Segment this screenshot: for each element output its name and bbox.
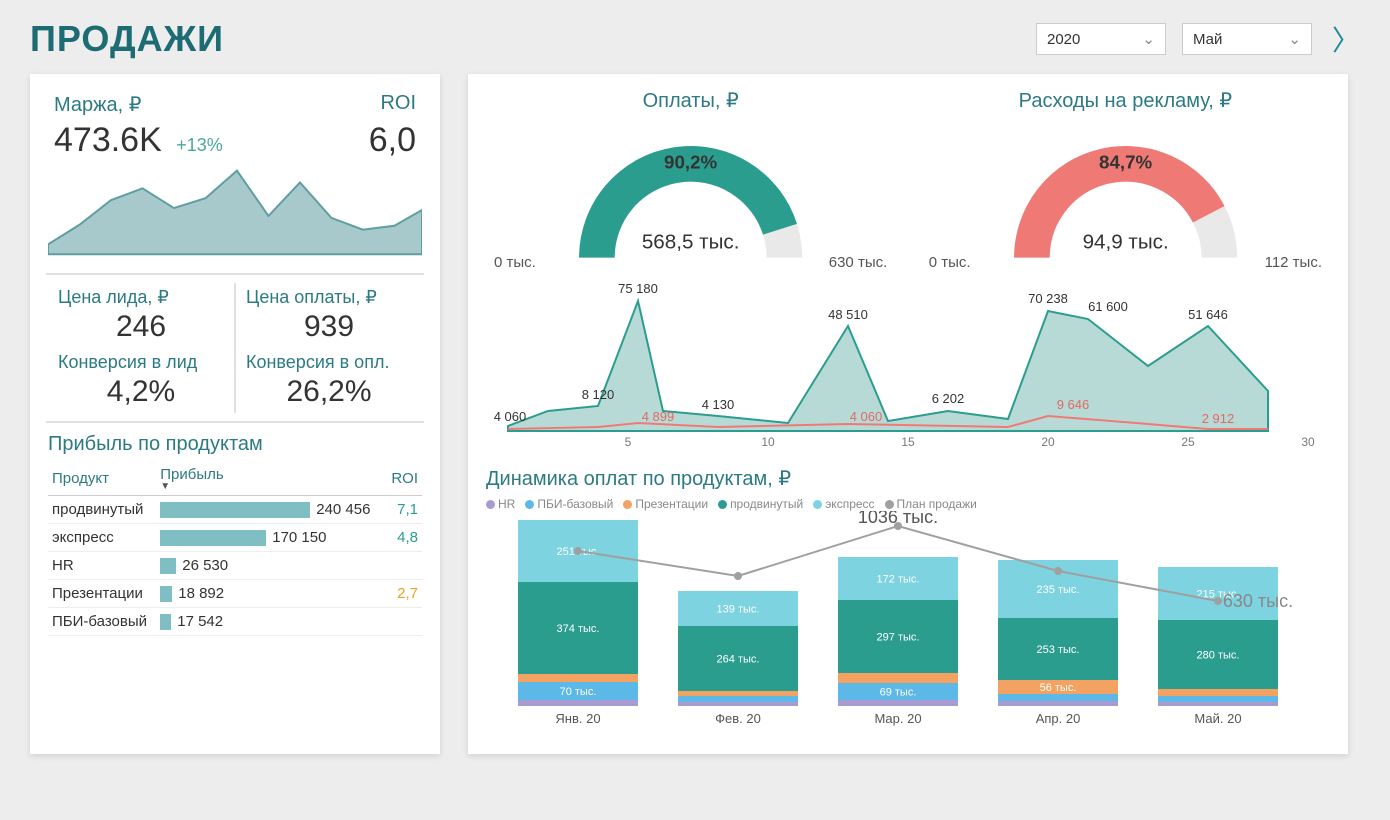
- svg-text:2 912: 2 912: [1202, 411, 1235, 426]
- year-dropdown[interactable]: 2020 ⌄: [1036, 23, 1166, 55]
- svg-text:Май. 20: Май. 20: [1194, 711, 1241, 726]
- chevron-down-icon: ⌄: [1142, 30, 1155, 48]
- lead-cost-value: 246: [58, 310, 224, 344]
- svg-text:172 тыс.: 172 тыс.: [877, 574, 920, 586]
- svg-text:4 060: 4 060: [494, 409, 527, 424]
- svg-text:630 тыс.: 630 тыс.: [1223, 591, 1293, 611]
- left-panel: Маржа, ₽ ROI 473.6K +13% 6,0 Цена лида, …: [30, 74, 440, 754]
- right-panel: Оплаты, ₽ 90,2% 568,5 тыс. 0 тыс. 630 ты…: [468, 74, 1348, 754]
- col-profit[interactable]: Прибыль▼: [156, 462, 385, 496]
- table-row[interactable]: экспресс 170 150 4,8: [48, 524, 422, 552]
- pay-cost-value: 939: [246, 310, 412, 344]
- month-dropdown[interactable]: Май ⌄: [1182, 23, 1312, 55]
- col-roi[interactable]: ROI: [386, 462, 422, 496]
- svg-text:69 тыс.: 69 тыс.: [880, 687, 917, 699]
- svg-text:568,5 тыс.: 568,5 тыс.: [642, 230, 740, 253]
- gauge-payments-min: 0 тыс.: [494, 254, 536, 271]
- svg-text:297 тыс.: 297 тыс.: [877, 632, 920, 644]
- svg-text:5: 5: [625, 435, 632, 449]
- dynamics-legend: HR ПБИ-базовый Презентации продвинутый э…: [486, 497, 1330, 511]
- svg-text:15: 15: [901, 435, 915, 449]
- svg-text:4 899: 4 899: [642, 409, 675, 424]
- svg-text:51 646: 51 646: [1188, 307, 1228, 322]
- svg-text:56 тыс.: 56 тыс.: [1040, 682, 1077, 694]
- svg-text:4 060: 4 060: [850, 409, 883, 424]
- gauge-ads-max: 112 тыс.: [1265, 254, 1322, 271]
- margin-sparkline: [48, 160, 422, 260]
- conv-pay-label: Конверсия в опл.: [246, 352, 412, 373]
- svg-text:70 тыс.: 70 тыс.: [560, 686, 597, 698]
- svg-text:Фев. 20: Фев. 20: [715, 711, 761, 726]
- svg-text:374 тыс.: 374 тыс.: [557, 623, 600, 635]
- conv-lead-value: 4,2%: [58, 375, 224, 409]
- gauge-ads: Расходы на рекламу, ₽ 84,7% 94,9 тыс. 0 …: [925, 88, 1326, 271]
- chevron-down-icon: ⌄: [1288, 30, 1301, 48]
- svg-text:90,2%: 90,2%: [664, 152, 717, 173]
- stacked-chart: 70 тыс.374 тыс.251 тыс.Янв. 20264 тыс.13…: [486, 511, 1330, 731]
- svg-text:253 тыс.: 253 тыс.: [1037, 644, 1080, 656]
- dynamics-title: Динамика оплат по продуктам, ₽: [486, 466, 1330, 491]
- lead-cost-label: Цена лида, ₽: [58, 287, 224, 308]
- roi-label: ROI: [380, 92, 416, 117]
- svg-text:Янв. 20: Янв. 20: [555, 711, 600, 726]
- gauge-ads-title: Расходы на рекламу, ₽: [925, 88, 1326, 113]
- svg-text:9 646: 9 646: [1057, 397, 1090, 412]
- pay-cost-label: Цена оплаты, ₽: [246, 287, 412, 308]
- gauge-payments: Оплаты, ₽ 90,2% 568,5 тыс. 0 тыс. 630 ты…: [490, 88, 891, 271]
- products-title: Прибыль по продуктам: [48, 433, 422, 456]
- table-row[interactable]: Презентации 18 892 2,7: [48, 580, 422, 608]
- svg-text:30: 30: [1301, 435, 1315, 449]
- gauge-payments-max: 630 тыс.: [829, 254, 888, 271]
- col-product[interactable]: Продукт: [48, 462, 156, 496]
- svg-text:8 120: 8 120: [582, 387, 615, 402]
- svg-text:Апр. 20: Апр. 20: [1036, 711, 1081, 726]
- table-row[interactable]: ПБИ-базовый 17 542: [48, 608, 422, 636]
- page-title: ПРОДАЖИ: [30, 18, 224, 60]
- svg-text:20: 20: [1041, 435, 1055, 449]
- svg-text:84,7%: 84,7%: [1099, 152, 1152, 173]
- roi-value: 6,0: [369, 121, 416, 160]
- svg-text:4 130: 4 130: [702, 397, 735, 412]
- svg-text:94,9 тыс.: 94,9 тыс.: [1082, 230, 1168, 253]
- products-table: Продукт Прибыль▼ ROI продвинутый 240 456…: [48, 462, 422, 636]
- next-page-icon[interactable]: 〉: [1332, 19, 1360, 59]
- table-row[interactable]: HR 26 530: [48, 552, 422, 580]
- svg-text:139 тыс.: 139 тыс.: [717, 604, 760, 616]
- svg-text:61 600: 61 600: [1088, 299, 1128, 314]
- margin-value: 473.6K: [54, 121, 162, 159]
- svg-text:75 180: 75 180: [618, 281, 658, 296]
- conv-lead-label: Конверсия в лид: [58, 352, 224, 373]
- sort-desc-icon: ▼: [160, 483, 381, 491]
- year-value: 2020: [1047, 31, 1080, 48]
- svg-text:70 238: 70 238: [1028, 291, 1068, 306]
- svg-text:25: 25: [1181, 435, 1195, 449]
- conv-pay-value: 26,2%: [246, 375, 412, 409]
- svg-text:Мар. 20: Мар. 20: [874, 711, 921, 726]
- margin-delta: +13%: [176, 135, 223, 155]
- svg-text:280 тыс.: 280 тыс.: [1197, 650, 1240, 662]
- margin-label: Маржа, ₽: [54, 92, 141, 117]
- svg-text:264 тыс.: 264 тыс.: [717, 654, 760, 666]
- svg-text:48 510: 48 510: [828, 307, 868, 322]
- gauge-payments-title: Оплаты, ₽: [490, 88, 891, 113]
- svg-text:235 тыс.: 235 тыс.: [1037, 584, 1080, 596]
- daily-chart: 4 060 8 120 75 180 4 130 48 510 6 202 70…: [486, 271, 1330, 451]
- gauge-ads-min: 0 тыс.: [929, 254, 971, 271]
- svg-text:1036 тыс.: 1036 тыс.: [858, 511, 938, 527]
- svg-text:6 202: 6 202: [932, 391, 965, 406]
- table-row[interactable]: продвинутый 240 456 7,1: [48, 496, 422, 524]
- svg-text:10: 10: [761, 435, 775, 449]
- month-value: Май: [1193, 31, 1222, 48]
